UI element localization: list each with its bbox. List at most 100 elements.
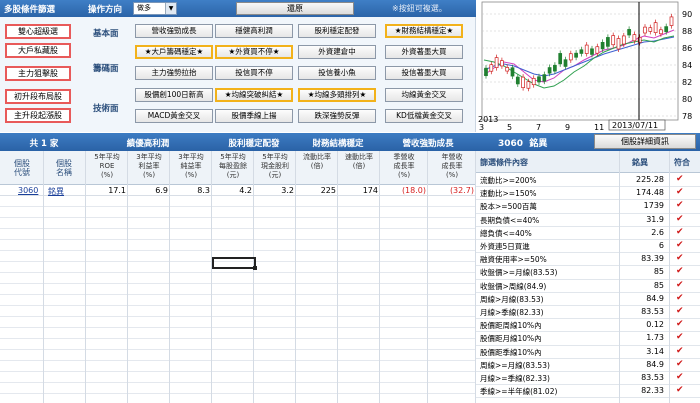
btn-100day-high[interactable]: 股價創100日新高	[135, 88, 213, 102]
candle-body	[521, 76, 525, 89]
condition-value: 1.73	[646, 333, 664, 343]
btn-ma-bullish[interactable]: ★均線多頭排列★	[298, 88, 376, 102]
x-tick-label: 9	[565, 123, 570, 132]
filter-panel: 多股條件篩選 操作方向 做多 ▼ 還原 ※按鈕可複選。 雙心超級選 大戶私藏股 …	[0, 0, 476, 132]
stock-code-link[interactable]: 3060	[18, 186, 38, 195]
condition-label: 股本>=500百萬	[480, 202, 537, 212]
col-header: 個股 代號	[14, 159, 30, 177]
condition-value: 85	[653, 267, 664, 277]
btn-kd-golden-cross[interactable]: KD低檔黃金交叉	[385, 109, 463, 123]
check-icon: ✔	[676, 240, 684, 250]
condition-row: 收盤價>周線(84.9) 85 ✔	[476, 280, 700, 293]
btn-ma-golden-cross[interactable]: 均線黃金交叉	[385, 88, 463, 102]
cell-quick-ratio: 174	[362, 186, 378, 195]
candle-body	[606, 37, 610, 47]
fill-handle[interactable]	[253, 266, 257, 270]
cell-eps: 4.2	[239, 186, 252, 195]
group-header: 股利穩定配發	[228, 139, 280, 149]
y-tick-label: 80	[682, 95, 692, 104]
check-icon: ✔	[676, 226, 684, 237]
candle-body	[505, 67, 510, 72]
condition-row: 股價距月線10%內 1.73 ✔	[476, 332, 700, 346]
condition-value: 83.53	[641, 373, 664, 382]
condition-row: 月線>=季線(82.33) 83.53 ✔	[476, 372, 700, 386]
condition-label: 收盤價>=月線(83.53)	[480, 268, 558, 278]
condition-value: 225.28	[636, 175, 664, 184]
table-row[interactable]: 3060 銘異 17.1 6.9 8.3 4.2 3.2 225 174 (18…	[0, 185, 476, 196]
btn-quarter-ma-rising[interactable]: 股價季線上揚	[215, 109, 293, 123]
btn-revenue-growth[interactable]: 營收強勁成長	[135, 24, 213, 38]
condition-row: 股價距季線10%內 3.14 ✔	[476, 346, 700, 359]
condition-label: 收盤價>周線(84.9)	[480, 281, 547, 291]
side-btn-big-holder[interactable]: 大戶私藏股	[5, 43, 71, 58]
condition-value: 2.6	[651, 227, 664, 237]
candle-body	[600, 41, 605, 50]
candle-body	[653, 22, 658, 33]
y-tick-label: 86	[682, 44, 692, 53]
stock-detail-button[interactable]: 個股詳細資訊	[594, 134, 696, 149]
cond-col-match: 符合	[674, 158, 690, 167]
candle-body	[542, 74, 547, 82]
check-icon: ✔	[676, 200, 684, 211]
condition-row: 長期負債<=40% 31.9 ✔	[476, 214, 700, 227]
condition-row: 流動比>=200% 225.28 ✔	[476, 174, 700, 188]
col-header: 5年平均 ROE (%)	[94, 153, 120, 179]
check-icon: ✔	[676, 253, 684, 264]
group-header: 財務結構穩定	[312, 139, 364, 149]
btn-trust-small-fish[interactable]: 投信養小魚	[298, 66, 376, 80]
chevron-down-icon[interactable]: ▼	[165, 3, 176, 14]
direction-select[interactable]: 做多 ▼	[133, 2, 177, 15]
candle-body	[611, 35, 616, 46]
check-icon: ✔	[676, 266, 684, 277]
stock-code: 3060	[498, 139, 524, 149]
condition-label: 股價距月線10%內	[480, 334, 542, 344]
condition-value: 83.53	[641, 307, 664, 316]
btn-rebound[interactable]: 跌深強勢反彈	[298, 109, 376, 123]
btn-trust-buying[interactable]: 投信買不停	[215, 66, 293, 80]
check-icon: ✔	[676, 319, 684, 330]
category-technical: 技術面	[93, 104, 119, 114]
check-icon: ✔	[676, 292, 684, 303]
condition-label: 月線>=季線(82.33)	[480, 374, 550, 383]
condition-label: 季線>=半年線(81.02)	[480, 387, 558, 397]
col-header: 流動比率 (倍)	[303, 153, 331, 170]
candle-body	[579, 49, 584, 54]
side-btn-main-rise[interactable]: 主升段起漲股	[5, 108, 71, 123]
stock-detail-panel: 3060 銘異 個股詳細資訊 篩選條件內容 銘異 符合 流動比>=200% 225…	[476, 133, 700, 403]
reset-button[interactable]: 還原	[236, 2, 354, 15]
btn-foreign-buying[interactable]: ★外資買不停★	[215, 45, 293, 59]
cell-roe: 17.1	[108, 186, 126, 195]
condition-row: 月線>季線(82.33) 83.53 ✔	[476, 306, 700, 320]
condition-label: 周線>月線(83.53)	[480, 294, 544, 304]
condition-label: 總負債<=40%	[480, 228, 532, 238]
candle-body	[574, 52, 578, 58]
btn-trust-big-buy[interactable]: 投信著墨大買	[385, 66, 463, 80]
btn-foreign-big-buy[interactable]: 外資著墨大買	[385, 45, 463, 59]
cell-profit-margin: 6.9	[155, 186, 168, 195]
btn-main-force-pull[interactable]: 主力強勢拉抬	[135, 66, 213, 80]
check-icon: ✔	[676, 174, 684, 184]
side-btn-main-force[interactable]: 主力狙擊股	[5, 66, 71, 81]
btn-financial-structure[interactable]: ★財務結構穩定★	[385, 24, 463, 38]
candle-body	[590, 48, 594, 55]
btn-foreign-building[interactable]: 外資建倉中	[298, 45, 376, 59]
cell-current-ratio: 225	[320, 186, 336, 195]
candle-body	[632, 34, 637, 42]
btn-stable-profit[interactable]: 穩健高利潤	[215, 24, 293, 38]
candle-body	[515, 76, 520, 85]
panel-title: 多股條件篩選	[4, 5, 56, 15]
btn-stable-dividend[interactable]: 股利穩定配發	[298, 24, 376, 38]
condition-label: 長期負債<=40%	[480, 215, 540, 225]
candle-body	[537, 76, 541, 83]
btn-ma-breakout[interactable]: ★均線突破糾結★	[215, 88, 293, 102]
btn-big-holder-stable[interactable]: ★大戶籌碼穩定★	[135, 45, 213, 59]
side-btn-initial-rise[interactable]: 初升段布局股	[5, 89, 71, 104]
candle-body	[484, 67, 488, 77]
condition-row: 股本>=500百萬 1739 ✔	[476, 200, 700, 214]
selected-cell[interactable]	[212, 257, 257, 270]
check-icon: ✔	[676, 279, 684, 290]
check-icon: ✔	[676, 213, 684, 224]
side-btn-dual-heart[interactable]: 雙心超級選	[5, 24, 71, 39]
btn-macd-golden-cross[interactable]: MACD黃金交叉	[135, 109, 213, 123]
condition-value: 82.33	[641, 386, 664, 396]
